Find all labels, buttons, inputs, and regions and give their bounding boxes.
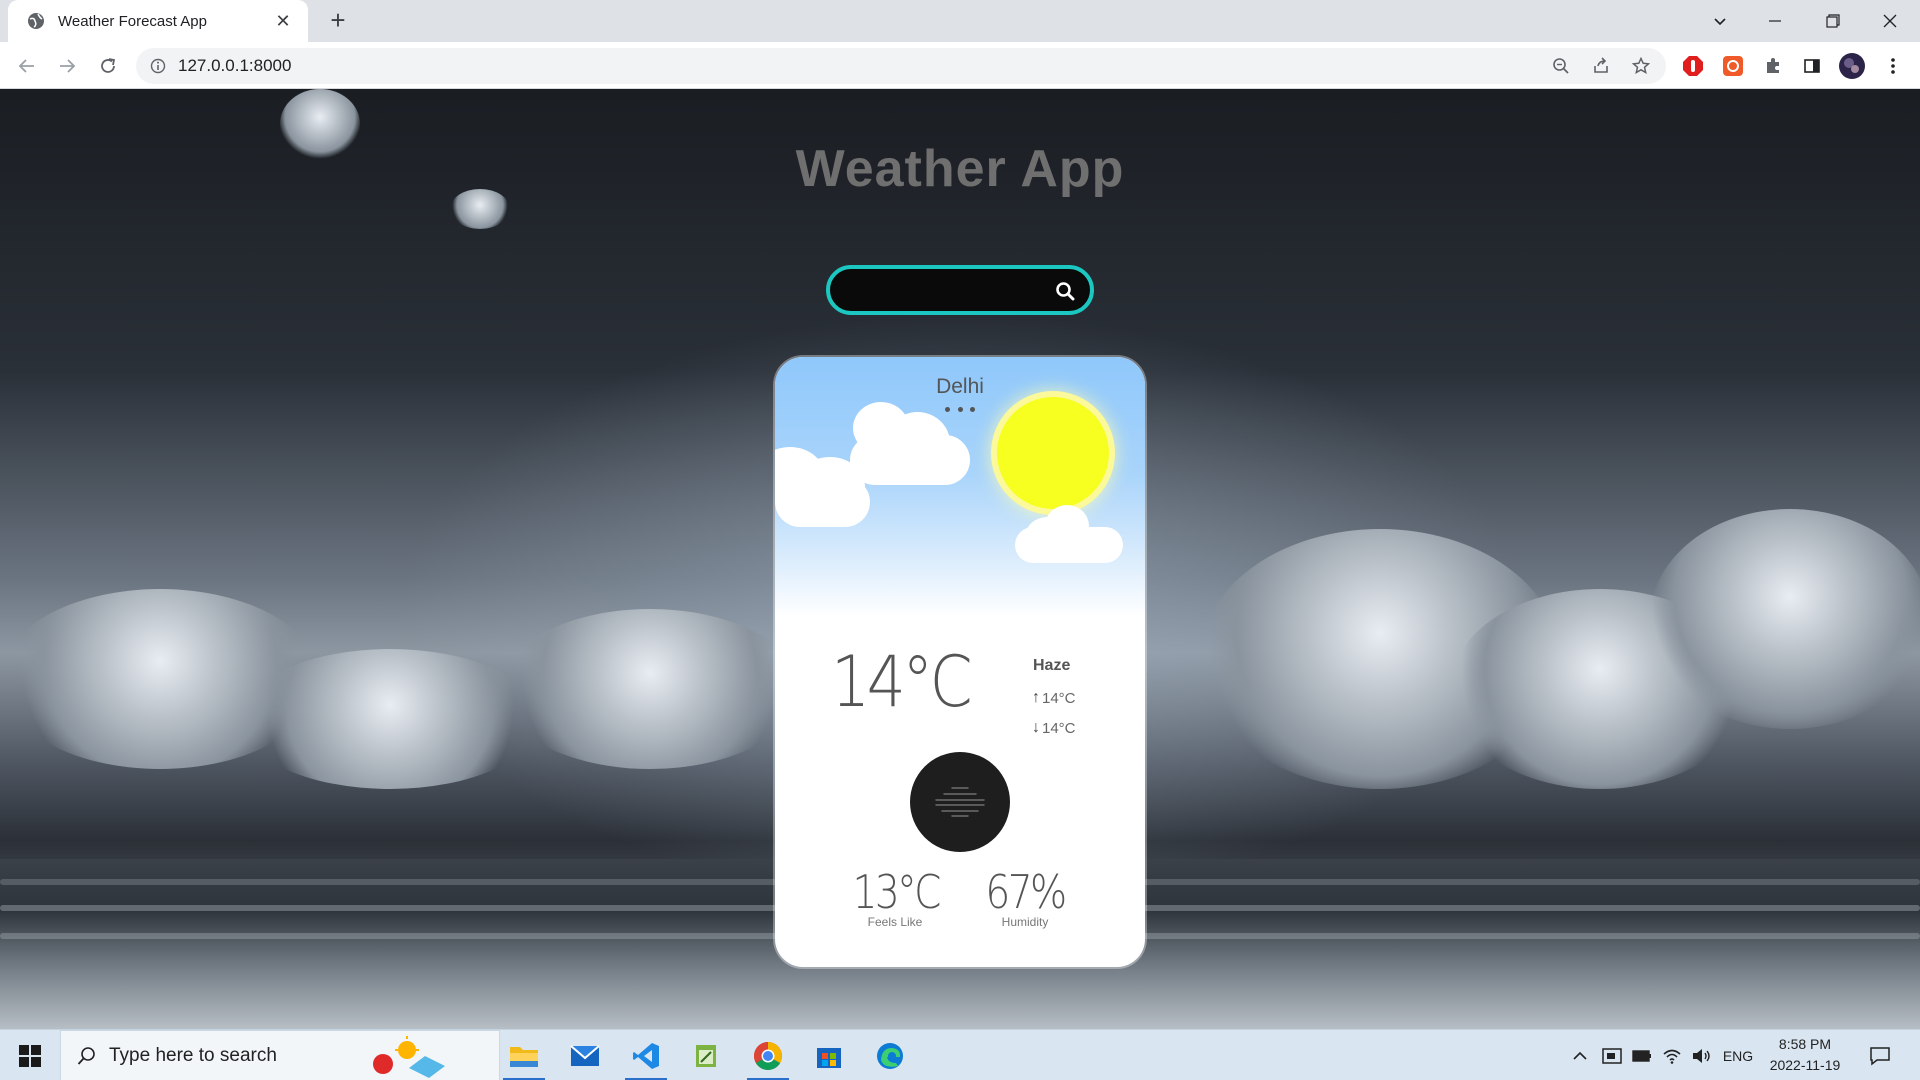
browser-menu-icon[interactable] <box>1878 51 1908 81</box>
url-text[interactable]: 127.0.0.1:8000 <box>178 56 291 76</box>
arrow-down-icon: ↓ <box>1032 719 1040 736</box>
clock-time: 8:58 PM <box>1778 1036 1832 1052</box>
search-icon <box>77 1046 95 1065</box>
background-cloud <box>1650 509 1920 729</box>
search-button[interactable] <box>1050 276 1080 306</box>
min-temperature-value: 14°C <box>1042 719 1076 737</box>
start-button[interactable] <box>0 1030 60 1080</box>
restore-window-icon[interactable] <box>1803 0 1863 42</box>
volume-icon[interactable] <box>1689 1030 1713 1080</box>
side-panel-icon[interactable] <box>1797 51 1827 81</box>
arrow-up-icon: ↑ <box>1032 689 1040 706</box>
chrome-icon <box>754 1041 782 1070</box>
max-temperature: ↑ 14°C <box>1032 689 1076 707</box>
battery-icon[interactable] <box>1630 1030 1654 1080</box>
adblock-extension-icon[interactable] <box>1678 51 1708 81</box>
extensions-puzzle-icon[interactable] <box>1758 51 1788 81</box>
taskbar-store[interactable] <box>800 1030 858 1080</box>
weather-condition: Haze <box>1033 657 1071 674</box>
bookmark-star-icon[interactable] <box>1626 51 1656 81</box>
humidity-value: 67% <box>985 865 1067 919</box>
site-info-icon[interactable] <box>150 58 166 74</box>
windows-logo-icon <box>19 1044 41 1067</box>
screenshot-extension-icon[interactable] <box>1718 51 1748 81</box>
share-icon[interactable] <box>1586 51 1616 81</box>
back-icon[interactable] <box>12 51 42 81</box>
browser-toolbar: 127.0.0.1:8000 <box>0 42 1920 89</box>
weather-card: Delhi 14°C Haze ↑ 14°C ↓ 14°C 13°C Feels… <box>775 357 1145 967</box>
city-name: Delhi <box>936 375 984 398</box>
address-bar[interactable]: 127.0.0.1:8000 <box>136 48 1666 84</box>
feels-like-block: 13°C Feels Like <box>845 865 945 929</box>
meet-now-icon[interactable] <box>1600 1030 1624 1080</box>
store-icon <box>817 1047 841 1068</box>
minimize-window-icon[interactable] <box>1745 0 1805 42</box>
taskbar-search-placeholder: Type here to search <box>109 1044 277 1066</box>
reload-icon[interactable] <box>93 51 123 81</box>
show-hidden-icons-icon[interactable] <box>1568 1030 1592 1080</box>
humidity-block: 67% Humidity <box>975 865 1075 929</box>
vscode-icon <box>633 1042 659 1069</box>
clock-date: 2022-11-19 <box>1769 1057 1841 1073</box>
close-tab-icon[interactable]: ✕ <box>272 11 294 32</box>
taskbar-edge[interactable] <box>861 1030 919 1080</box>
globe-icon <box>28 13 44 29</box>
input-language[interactable]: ENG <box>1718 1030 1758 1080</box>
taskbar-chrome[interactable] <box>739 1030 797 1080</box>
edge-icon <box>877 1042 903 1069</box>
sky-illustration: Delhi <box>775 357 1145 617</box>
folder-icon <box>510 1046 538 1067</box>
mail-icon <box>570 1044 600 1066</box>
more-options-icon[interactable] <box>945 407 975 413</box>
taskbar-file-explorer[interactable] <box>495 1030 553 1080</box>
notifications-icon[interactable] <box>1862 1030 1898 1080</box>
background-cloud <box>240 649 540 789</box>
tab-title: Weather Forecast App <box>58 12 207 30</box>
search-icon <box>1056 282 1075 301</box>
taskbar-notepad-app[interactable] <box>678 1030 736 1080</box>
system-clock[interactable]: 8:58 PM 2022-11-19 <box>1760 1034 1850 1076</box>
feels-like-value: 13°C <box>852 865 942 919</box>
browser-tab[interactable]: Weather Forecast App ✕ <box>8 0 308 42</box>
min-temperature: ↓ 14°C <box>1032 719 1076 737</box>
browser-tab-strip: Weather Forecast App ✕ + <box>0 0 1920 42</box>
new-tab-button[interactable]: + <box>324 6 352 34</box>
page-title: Weather App <box>795 140 1125 198</box>
sun-icon <box>997 397 1109 509</box>
search-highlight-illustration <box>372 1035 445 1078</box>
taskbar-search[interactable]: Type here to search <box>60 1030 500 1080</box>
zoom-icon[interactable] <box>1546 51 1576 81</box>
current-temperature: 14°C <box>831 641 973 723</box>
background-cloud <box>500 609 800 769</box>
forward-icon[interactable] <box>52 51 82 81</box>
wifi-icon[interactable] <box>1660 1030 1684 1080</box>
tab-search-icon[interactable] <box>1690 0 1750 42</box>
city-search-box <box>826 265 1094 315</box>
city-search-input[interactable] <box>846 277 1046 303</box>
profile-avatar[interactable] <box>1837 51 1867 81</box>
haze-icon <box>910 752 1010 852</box>
windows-taskbar: Type here to search ENG 8:58 PM 2022-11-… <box>0 1029 1920 1080</box>
page-viewport: Weather App Delhi 14°C Haze ↑ 14°C ↓ 14°… <box>0 89 1920 1029</box>
notepad-icon <box>696 1044 716 1067</box>
max-temperature-value: 14°C <box>1042 689 1076 707</box>
taskbar-vscode[interactable] <box>617 1030 675 1080</box>
taskbar-mail[interactable] <box>556 1030 614 1080</box>
close-window-icon[interactable] <box>1860 0 1920 42</box>
